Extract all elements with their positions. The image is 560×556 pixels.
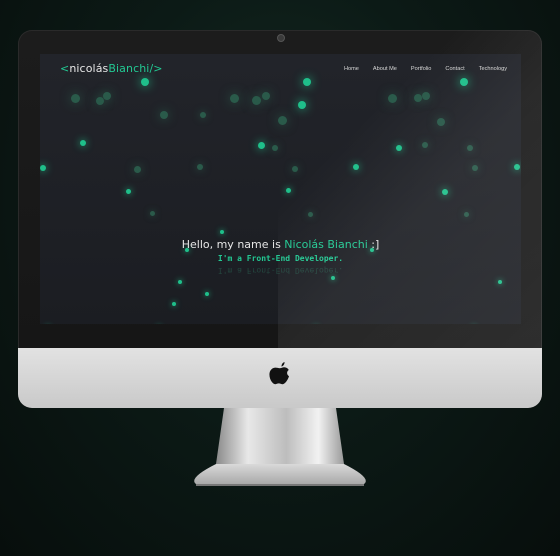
particle-dot xyxy=(71,94,80,103)
monitor-chin xyxy=(18,348,542,408)
apple-logo-icon xyxy=(269,362,289,385)
particle-dot xyxy=(258,142,265,149)
particle-dot xyxy=(514,164,520,170)
logo-last-name: Bianchi xyxy=(108,62,150,75)
particle-dot xyxy=(460,78,468,86)
particle-dot xyxy=(252,96,261,105)
particle-dot xyxy=(472,165,478,171)
particle-dot xyxy=(262,92,270,100)
particle-dot xyxy=(498,280,502,284)
particle-dot xyxy=(467,145,473,151)
hero-suffix: :] xyxy=(367,238,380,251)
particle-dot xyxy=(230,94,239,103)
particle-dot xyxy=(437,118,445,126)
particle-dot xyxy=(414,94,422,102)
particle-dot xyxy=(160,111,168,119)
nav-item-contact[interactable]: Contact xyxy=(445,66,464,72)
particle-dot xyxy=(220,230,224,234)
particle-dot xyxy=(80,140,86,146)
particle-dot xyxy=(422,92,430,100)
nav-item-technology[interactable]: Technology xyxy=(479,66,507,72)
particle-dot xyxy=(303,78,311,86)
particle-dot xyxy=(422,142,428,148)
particle-dot xyxy=(141,78,149,86)
particle-dot xyxy=(308,212,313,217)
particle-dot xyxy=(353,164,359,170)
particle-dot xyxy=(331,276,335,280)
hero-subtitle: I'm a Front-End Developer. xyxy=(217,254,344,263)
particle-dot xyxy=(172,302,176,306)
particle-dot xyxy=(272,145,278,151)
particle-dot xyxy=(178,280,182,284)
hero-subtitle-reflection: I'm a Front-End Developer. xyxy=(217,266,344,275)
particle-dot xyxy=(205,292,209,296)
logo-bracket-close: /> xyxy=(149,62,163,75)
nav-item-portfolio[interactable]: Portfolio xyxy=(411,66,432,72)
hero-heading: Hello, my name is Nicolás Bianchi :] xyxy=(40,238,521,251)
hero-name: Nicolás Bianchi xyxy=(284,238,368,251)
website-screen: <nicolásBianchi/> Home About Me Portfoli… xyxy=(40,54,521,324)
monitor-stand xyxy=(194,408,366,486)
logo-first-name: nicolás xyxy=(69,62,109,75)
nav-item-about-me[interactable]: About Me xyxy=(373,66,397,72)
particle-dot xyxy=(134,166,141,173)
logo-bracket-open: < xyxy=(60,62,70,75)
hero-greeting: Hello, my name is xyxy=(181,238,285,251)
particle-dot xyxy=(442,189,448,195)
particle-dot xyxy=(197,164,203,170)
particle-dot xyxy=(103,92,111,100)
particle-dot xyxy=(286,188,291,193)
particle-dot xyxy=(150,211,155,216)
particle-dot xyxy=(464,212,469,217)
camera-icon xyxy=(277,34,285,42)
particle-dot xyxy=(200,112,206,118)
particle-dot xyxy=(388,94,397,103)
particle-dot xyxy=(40,165,46,171)
particle-dot xyxy=(278,116,287,125)
nav-item-home[interactable]: Home xyxy=(344,66,359,72)
particle-dot xyxy=(126,189,131,194)
nav-menu: Home About Me Portfolio Contact Technolo… xyxy=(344,66,507,72)
particle-dot xyxy=(396,145,402,151)
imac-monitor: <nicolásBianchi/> Home About Me Portfoli… xyxy=(18,30,542,408)
particle-dot xyxy=(292,166,298,172)
particle-dot xyxy=(298,101,306,109)
site-logo[interactable]: <nicolásBianchi/> xyxy=(60,62,163,75)
